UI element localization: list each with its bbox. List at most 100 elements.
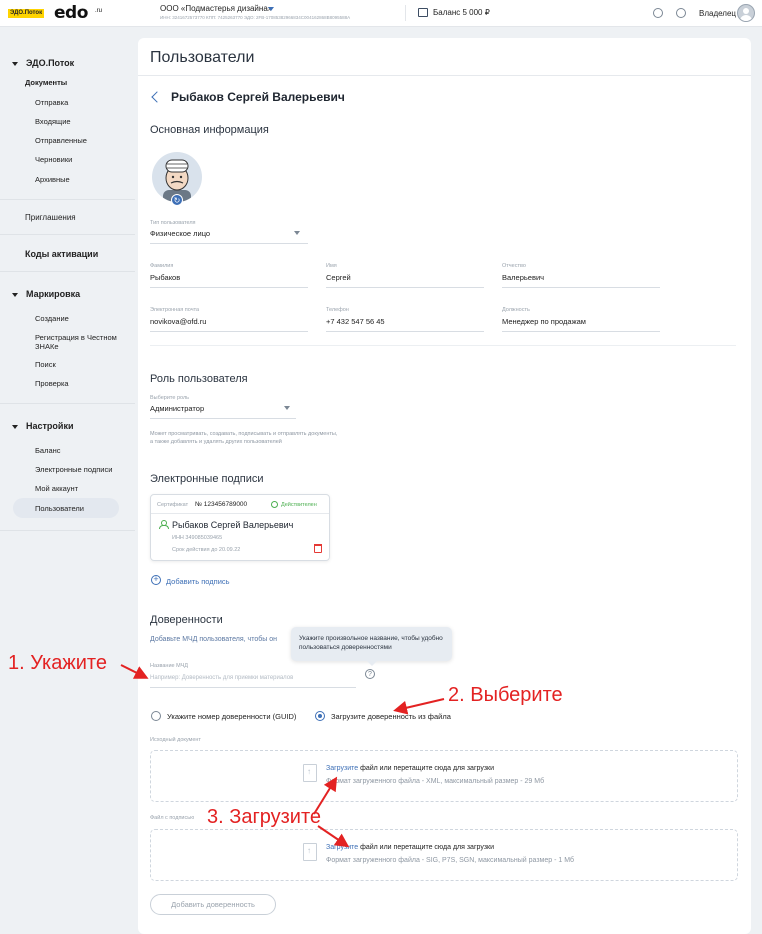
dropzone-text-rest: файл или перетащите сюда для загрузки — [358, 844, 494, 851]
annotation-step-2: 2. Выберите — [448, 684, 563, 706]
phone-field[interactable]: +7 432 547 56 45 — [326, 317, 385, 326]
position-field[interactable]: Менеджер по продажам — [502, 317, 586, 326]
add-poa-button[interactable]: Добавить доверенность — [150, 894, 276, 915]
radio-guid-label[interactable]: Укажите номер доверенности (GUID) — [167, 712, 296, 721]
last-name-label: Фамилия — [150, 263, 174, 269]
chevron-down-icon[interactable] — [284, 406, 290, 410]
top-bar: ЭДО.Поток edo .ru ООО «Подмастерья дизай… — [0, 0, 762, 27]
signed-file-dropzone[interactable]: Загрузите файл или перетащите сюда для з… — [150, 829, 738, 881]
field-underline — [150, 243, 308, 244]
sidebar-item-documents[interactable]: Документы — [25, 78, 115, 87]
first-name-field[interactable]: Сергей — [326, 273, 351, 282]
dropzone-text-rest: файл или перетащите сюда для загрузки — [358, 765, 494, 772]
sidebar-item-incoming[interactable]: Входящие — [35, 117, 125, 126]
sidebar-group-label: Маркировка — [26, 289, 81, 299]
sidebar-group-edo[interactable]: ЭДО.Поток — [12, 58, 74, 68]
search-icon[interactable] — [653, 8, 663, 18]
signature-inn: ИНН 349085039465 — [172, 535, 223, 541]
poa-name-input[interactable]: Например: Доверенность для приемки матер… — [150, 675, 293, 681]
sidebar-group-label: Настройки — [26, 421, 74, 431]
field-underline — [150, 687, 356, 688]
dropzone-text: Загрузите файл или перетащите сюда для з… — [326, 844, 494, 851]
role-hint-2: а также добавлять и удалять других польз… — [150, 439, 282, 445]
radio-file[interactable] — [315, 711, 325, 721]
radio-guid[interactable] — [151, 711, 161, 721]
signature-card[interactable]: Сертификат № 123456789000 Действителен Р… — [150, 494, 330, 561]
user-type-select[interactable]: Физическое лицо — [150, 229, 210, 238]
field-underline — [326, 331, 484, 332]
role-hint: Может просматривать, создавать, подписыв… — [150, 431, 338, 437]
chevron-down-icon — [12, 292, 18, 297]
sidebar-item-sent[interactable]: Отправленные — [35, 136, 125, 145]
position-label: Должность — [502, 307, 530, 313]
patronymic-field[interactable]: Валерьевич — [502, 273, 544, 282]
role-select[interactable]: Администратор — [150, 404, 204, 413]
signature-owner: Рыбаков Сергей Валерьевич — [172, 520, 294, 530]
section-signatures: Электронные подписи — [150, 473, 264, 485]
tooltip: Укажите произвольное название, чтобы удо… — [291, 627, 452, 666]
logout-icon[interactable] — [676, 8, 686, 18]
sidebar-group-label: ЭДО.Поток — [26, 58, 75, 68]
add-signature-link[interactable]: Добавить подпись — [166, 577, 230, 586]
sidebar-item-my-account[interactable]: Мой аккаунт — [35, 484, 125, 493]
avatar[interactable] — [737, 4, 755, 22]
divider — [0, 271, 135, 272]
poa-name-label: Название МЧД — [150, 663, 189, 669]
sidebar-item-balance[interactable]: Баланс — [35, 446, 125, 455]
sidebar-item-registration[interactable]: Регистрация в Честном ЗНАКе — [35, 333, 125, 351]
sidebar-item-invitations[interactable]: Приглашения — [25, 213, 76, 222]
chevron-down-icon — [12, 61, 18, 66]
source-doc-label: Исходный документ — [150, 737, 201, 743]
upload-link[interactable]: Загрузите — [326, 844, 358, 851]
trash-icon[interactable] — [314, 544, 322, 553]
logo-badge[interactable]: ЭДО.Поток — [8, 9, 45, 18]
sidebar-group-marking[interactable]: Маркировка — [12, 289, 80, 299]
balance[interactable]: Баланс 5 000 ₽ — [433, 8, 490, 17]
dropzone-formats: Формат загруженного файла - SIG, P7S, SG… — [326, 857, 575, 864]
sidebar-item-create[interactable]: Создание — [35, 314, 125, 323]
wallet-icon — [418, 8, 428, 17]
user-name-heading: Рыбаков Сергей Валерьевич — [171, 90, 345, 104]
sidebar-item-signatures[interactable]: Электронные подписи — [35, 465, 125, 474]
sidebar-item-check[interactable]: Проверка — [35, 379, 125, 388]
chevron-down-icon[interactable] — [294, 231, 300, 235]
user-role[interactable]: Владелец — [699, 9, 736, 18]
signature-valid-until: Срок действия до 20.09.22 — [172, 547, 241, 553]
divider — [405, 5, 406, 21]
dropzone-formats: Формат загруженного файла - XML, максима… — [326, 778, 545, 785]
file-upload-icon — [303, 764, 317, 782]
org-selector[interactable]: ООО «Подмастерья дизайна» — [160, 4, 272, 13]
email-field[interactable]: novikova@ofd.ru — [150, 317, 206, 326]
sidebar-item-archive[interactable]: Архивные — [35, 175, 125, 184]
field-underline — [326, 287, 484, 288]
section-poa: Доверенности — [150, 614, 223, 626]
sidebar-item-search[interactable]: Поиск — [35, 360, 125, 369]
sidebar-item-users[interactable]: Пользователи — [35, 504, 125, 513]
radio-file-label[interactable]: Загрузите доверенность из файла — [331, 712, 451, 721]
sidebar-item-activation-codes[interactable]: Коды активации — [25, 249, 98, 259]
field-underline — [150, 287, 308, 288]
divider — [0, 403, 135, 404]
role-select-label: Выберите роль — [150, 395, 190, 401]
status-badge: Действителен — [281, 502, 317, 508]
change-avatar-icon[interactable]: ↻ — [171, 194, 183, 206]
help-icon[interactable]: ? — [365, 669, 375, 679]
cert-label: Сертификат — [157, 502, 189, 508]
chevron-down-icon[interactable] — [268, 7, 274, 11]
check-circle-icon — [271, 501, 278, 508]
logo[interactable]: edo — [54, 3, 88, 23]
chevron-down-icon — [12, 424, 18, 429]
divider — [138, 75, 751, 76]
sidebar-item-drafts[interactable]: Черновики — [35, 155, 125, 164]
last-name-field[interactable]: Рыбаков — [150, 273, 180, 282]
page-title: Пользователи — [150, 49, 255, 66]
sidebar-item-outgoing[interactable]: Отправка — [35, 98, 125, 107]
signed-file-label: Файл с подписью — [150, 815, 195, 821]
source-doc-dropzone[interactable]: Загрузите файл или перетащите сюда для з… — [150, 750, 738, 802]
upload-link[interactable]: Загрузите — [326, 765, 358, 772]
field-underline — [150, 418, 296, 419]
plus-circle-icon[interactable]: + — [151, 575, 161, 585]
sidebar-group-settings[interactable]: Настройки — [12, 421, 73, 431]
field-underline — [502, 331, 660, 332]
annotation-step-3: 3. Загрузите — [207, 806, 322, 828]
